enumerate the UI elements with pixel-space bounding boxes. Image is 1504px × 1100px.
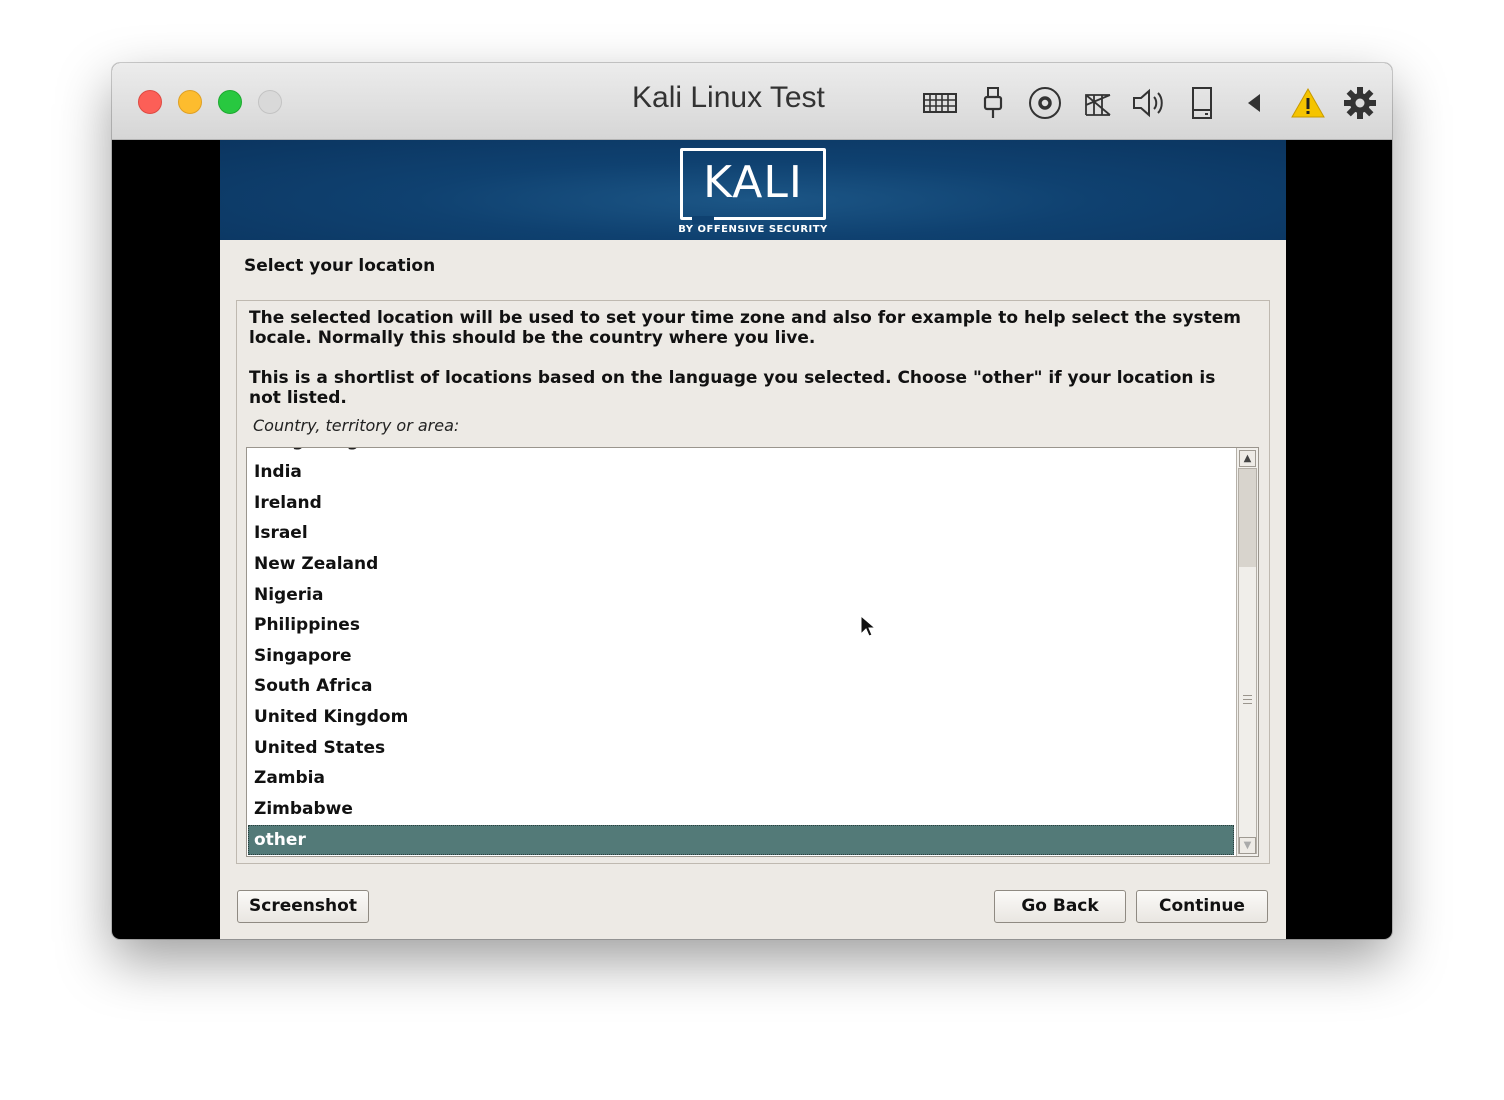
optical-disc-icon[interactable] <box>1027 85 1063 121</box>
list-item[interactable]: United States <box>248 733 1234 763</box>
scroll-up-arrow-icon[interactable]: ▲ <box>1239 450 1256 467</box>
warning-icon[interactable] <box>1290 85 1326 121</box>
title-bar[interactable]: Kali Linux Test <box>112 63 1392 140</box>
hard-disk-icon[interactable] <box>1184 85 1220 121</box>
list-item[interactable]: Zambia <box>248 763 1234 793</box>
list-scrollbar[interactable]: ▲ ▼ <box>1236 448 1258 856</box>
list-item[interactable]: Zimbabwe <box>248 794 1234 824</box>
scrollbar-thumb[interactable] <box>1238 468 1257 854</box>
scroll-down-arrow-icon[interactable]: ▼ <box>1239 837 1256 854</box>
vm-window: Kali Linux Test KALI BY OFFENSIVE SECURI… <box>112 63 1392 939</box>
country-field-label: Country, territory or area: <box>253 416 460 435</box>
settings-gear-icon[interactable] <box>1342 85 1378 121</box>
usb-icon[interactable] <box>975 85 1011 121</box>
description-paragraph-1: The selected location will be used to se… <box>249 308 1242 348</box>
back-arrow-icon[interactable] <box>1236 85 1272 121</box>
country-listbox[interactable]: Hong Kong India Ireland Israel New Zeala… <box>246 447 1259 857</box>
description-paragraph-2: This is a shortlist of locations based o… <box>249 368 1216 408</box>
list-item[interactable]: Israel <box>248 518 1234 548</box>
minimize-window-button[interactable] <box>178 90 202 114</box>
installer-screen: KALI BY OFFENSIVE SECURITY Select your l… <box>220 140 1286 939</box>
list-item-selected[interactable]: other <box>248 825 1234 855</box>
keyboard-icon[interactable] <box>922 85 958 121</box>
mouse-pointer-icon <box>860 614 877 643</box>
window-title: Kali Linux Test <box>632 81 825 114</box>
list-item[interactable]: Nigeria <box>248 580 1234 610</box>
list-item[interactable]: United Kingdom <box>248 702 1234 732</box>
kali-logo: KALI <box>680 148 826 220</box>
kali-banner: KALI BY OFFENSIVE SECURITY <box>220 140 1286 240</box>
list-item[interactable]: Singapore <box>248 641 1234 671</box>
close-window-button[interactable] <box>138 90 162 114</box>
list-item[interactable]: Philippines <box>248 610 1234 640</box>
list-item[interactable]: New Zealand <box>248 549 1234 579</box>
list-item[interactable]: India <box>248 457 1234 487</box>
kali-logo-subtitle: BY OFFENSIVE SECURITY <box>678 224 828 235</box>
scrollbar-grip-icon <box>1243 695 1252 704</box>
list-item[interactable]: Hong Kong <box>248 448 1234 456</box>
network-icon[interactable] <box>1080 85 1116 121</box>
continue-button[interactable]: Continue <box>1136 890 1268 923</box>
list-item[interactable]: Ireland <box>248 488 1234 518</box>
page-title: Select your location <box>244 256 436 276</box>
screenshot-button[interactable]: Screenshot <box>237 890 369 923</box>
go-back-button[interactable]: Go Back <box>994 890 1126 923</box>
sound-icon[interactable] <box>1131 85 1167 121</box>
fullscreen-window-button[interactable] <box>258 90 282 114</box>
zoom-window-button[interactable] <box>218 90 242 114</box>
list-item[interactable]: South Africa <box>248 671 1234 701</box>
